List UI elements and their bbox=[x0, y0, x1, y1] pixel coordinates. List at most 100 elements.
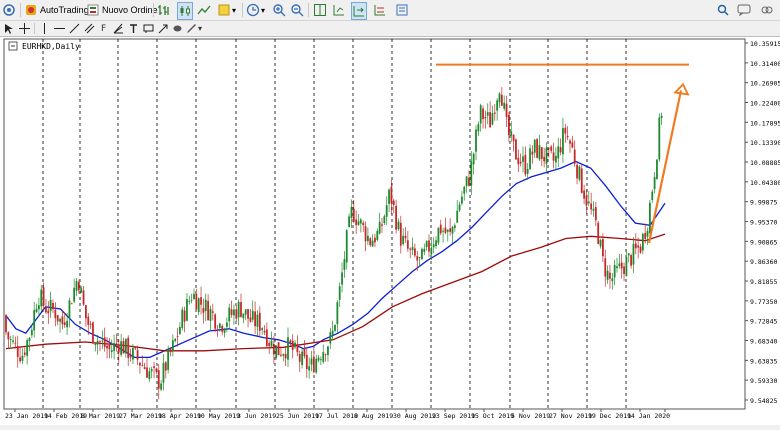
fibonacci-fan-icon[interactable] bbox=[113, 22, 124, 35]
candlestick-icon bbox=[180, 6, 190, 16]
autotrading-button[interactable]: AutoTrading bbox=[24, 2, 89, 18]
fibonacci-icon[interactable]: F bbox=[101, 22, 106, 35]
cursor-icon[interactable] bbox=[4, 22, 14, 35]
candle-body bbox=[47, 310, 50, 314]
candle-body bbox=[117, 344, 120, 353]
candle-body bbox=[430, 247, 433, 255]
candle-body bbox=[141, 365, 144, 366]
candle-body bbox=[42, 287, 45, 306]
candle-body bbox=[444, 227, 447, 233]
chevron-down-icon[interactable]: ▾ bbox=[261, 2, 265, 18]
candle-body bbox=[188, 300, 191, 302]
candle-body bbox=[5, 315, 7, 333]
candle-body bbox=[425, 241, 428, 248]
candle-body bbox=[122, 341, 125, 354]
candle-body bbox=[315, 358, 318, 373]
candle-body bbox=[475, 129, 477, 152]
candle-body bbox=[193, 293, 195, 300]
chevron-down-icon[interactable]: ▾ bbox=[198, 22, 202, 35]
connection-icon[interactable] bbox=[2, 2, 16, 18]
trendline-icon[interactable] bbox=[69, 22, 80, 35]
candle-body bbox=[132, 347, 134, 360]
candle-body bbox=[604, 258, 607, 277]
candle-body bbox=[52, 303, 54, 310]
template-icon bbox=[218, 4, 230, 16]
toolbar-separator bbox=[153, 3, 154, 17]
candle-body bbox=[421, 248, 423, 260]
candle-body bbox=[317, 357, 320, 361]
line-chart-button[interactable] bbox=[197, 2, 211, 18]
ellipse-icon[interactable] bbox=[172, 22, 183, 35]
candle-body bbox=[223, 328, 226, 333]
candle-body bbox=[233, 309, 235, 316]
candle-body bbox=[552, 152, 555, 161]
y-tick-label: 10.08885 bbox=[750, 159, 780, 167]
y-tick-label: 9.68340 bbox=[750, 338, 777, 346]
chevron-down-icon[interactable]: ▾ bbox=[232, 2, 236, 18]
candle-body bbox=[395, 205, 397, 230]
candle-body bbox=[113, 342, 115, 351]
new-order-button[interactable]: Nuovo Ordine bbox=[86, 2, 158, 18]
candle-body bbox=[327, 346, 329, 356]
autotrading-icon bbox=[26, 5, 36, 15]
candle-body bbox=[96, 340, 99, 345]
candle-body bbox=[571, 142, 574, 148]
bar-chart-button[interactable] bbox=[157, 2, 171, 18]
y-tick-label: 10.13390 bbox=[750, 139, 780, 147]
candle-body bbox=[641, 233, 644, 251]
candle-body bbox=[470, 161, 473, 186]
toolbar-separator bbox=[20, 3, 21, 17]
candle-body bbox=[164, 362, 167, 371]
candle-body bbox=[374, 237, 376, 243]
candle-body bbox=[134, 347, 137, 349]
chart-symbol-label: EURHKD,Daily bbox=[22, 42, 80, 51]
candle-body bbox=[458, 204, 461, 211]
period-button[interactable] bbox=[246, 2, 260, 18]
template-button[interactable] bbox=[217, 2, 231, 18]
chart-shift-button[interactable] bbox=[332, 2, 346, 18]
candle-body bbox=[171, 340, 174, 351]
candle-body bbox=[343, 259, 346, 270]
candle-body bbox=[338, 286, 341, 300]
arrow-icon[interactable] bbox=[158, 22, 169, 35]
candle-body bbox=[590, 203, 593, 210]
candle-body bbox=[357, 221, 360, 225]
candle-body bbox=[296, 344, 299, 353]
candle-body bbox=[136, 350, 139, 360]
candle-body bbox=[303, 348, 306, 357]
tile-windows-button[interactable] bbox=[313, 2, 327, 18]
candle-body bbox=[498, 93, 501, 103]
horizontal-line-icon[interactable] bbox=[54, 22, 65, 35]
pencil-icon[interactable] bbox=[186, 22, 197, 35]
candle-body bbox=[547, 147, 550, 149]
autoscroll-button[interactable] bbox=[351, 2, 367, 20]
candlestick-button[interactable] bbox=[177, 2, 193, 20]
candle-body bbox=[127, 337, 130, 358]
vertical-line-icon[interactable] bbox=[39, 22, 50, 35]
x-tick-label: 27 Mar 2019 bbox=[119, 412, 162, 420]
properties-icon bbox=[396, 4, 408, 16]
text-icon[interactable] bbox=[128, 22, 139, 35]
crosshair-icon[interactable] bbox=[19, 22, 30, 35]
search-icon[interactable] bbox=[717, 2, 729, 18]
community-icon[interactable] bbox=[760, 2, 774, 18]
chart-canvas[interactable]: 10.35915 10.31400 10.26905 10.22400 10.17895… bbox=[0, 37, 780, 425]
candle-body bbox=[562, 128, 564, 155]
label-icon[interactable] bbox=[143, 22, 154, 35]
candle-body bbox=[639, 246, 642, 253]
channel-icon[interactable] bbox=[84, 22, 95, 35]
candle-body bbox=[298, 353, 301, 362]
chat-icon[interactable] bbox=[737, 2, 751, 18]
indicators-button[interactable] bbox=[373, 2, 387, 18]
candle-body bbox=[275, 345, 278, 358]
candle-body bbox=[110, 350, 113, 353]
candle-body bbox=[449, 228, 452, 232]
x-tick-label: 18 Apr 2019 bbox=[158, 412, 201, 420]
zoom-in-button[interactable] bbox=[272, 2, 286, 18]
zoom-out-button[interactable] bbox=[290, 2, 304, 18]
candle-body bbox=[202, 308, 205, 313]
candle-body bbox=[33, 310, 36, 331]
zoom-in-icon bbox=[273, 4, 286, 17]
chart-window[interactable]: 10.35915 10.31400 10.26905 10.22400 10.17895… bbox=[0, 37, 780, 425]
properties-button[interactable] bbox=[395, 2, 409, 18]
